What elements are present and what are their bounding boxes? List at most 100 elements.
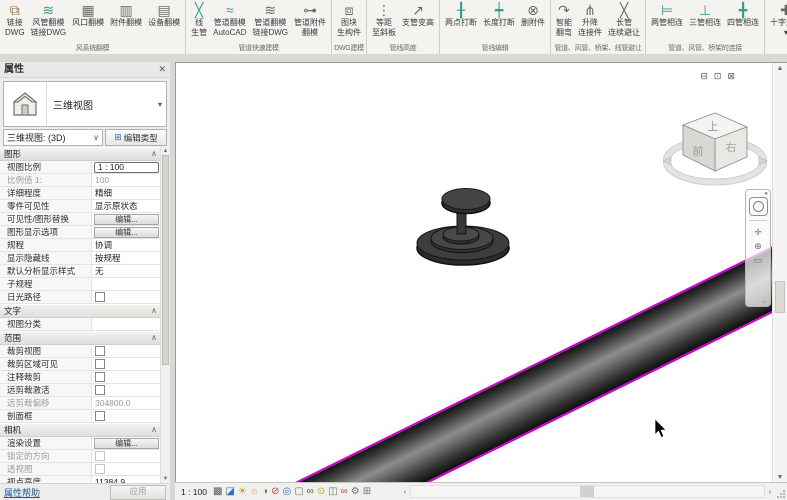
property-value[interactable]: 无 bbox=[92, 265, 161, 277]
scroll-left-icon[interactable]: ‹ bbox=[400, 487, 410, 496]
property-value[interactable]: 编辑... bbox=[92, 213, 161, 225]
scroll-up-icon[interactable]: ▲ bbox=[773, 65, 787, 72]
steering-wheel-icon[interactable] bbox=[748, 197, 768, 216]
type-selector[interactable]: 三维视图 ▾ bbox=[3, 81, 167, 127]
visual-style-icon[interactable]: ☀ bbox=[238, 485, 247, 499]
ribbon-button[interactable]: ╳ 线生管 bbox=[188, 1, 210, 38]
ribbon-button[interactable]: ≋ 风管翻模 链接DWG bbox=[28, 1, 70, 38]
ribbon-button[interactable]: ▤ 设备翻模 bbox=[145, 1, 183, 29]
chevron-down-icon[interactable]: ⌄ bbox=[761, 297, 767, 305]
property-value[interactable] bbox=[92, 450, 161, 462]
displacement-icon[interactable]: ⚙ bbox=[351, 485, 360, 499]
checkbox[interactable] bbox=[95, 411, 105, 421]
detail-level-icon[interactable]: ◪ bbox=[225, 485, 234, 499]
reveal-hidden-icon[interactable]: ⊙ bbox=[317, 485, 325, 499]
collapse-icon[interactable]: ∧ bbox=[151, 424, 157, 436]
pipe-3d-element[interactable] bbox=[272, 200, 787, 483]
ribbon-button[interactable]: ⋔ 升降 连接件 bbox=[575, 1, 605, 38]
checkbox[interactable] bbox=[95, 372, 105, 382]
value-input[interactable]: 1 : 100 bbox=[94, 161, 159, 173]
view-selector-dropdown[interactable]: 三维视图: (3D) ∨ bbox=[3, 129, 103, 146]
ribbon-button[interactable]: ▥ 附件翻模 bbox=[107, 1, 145, 29]
property-value[interactable] bbox=[92, 358, 161, 370]
ribbon-button[interactable]: ╋ 四管相连 bbox=[724, 1, 762, 29]
crop-view-icon[interactable]: ◎ bbox=[282, 485, 291, 499]
edit-type-button[interactable]: ⊞ 编辑类型 bbox=[105, 129, 167, 146]
collapse-icon[interactable]: ∧ bbox=[151, 305, 157, 317]
property-value[interactable]: 编辑... bbox=[92, 437, 161, 449]
analytical-model-icon[interactable]: ∞ bbox=[341, 485, 348, 499]
properties-help-link[interactable]: 属性帮助 bbox=[4, 486, 40, 499]
property-value[interactable] bbox=[92, 278, 161, 290]
horizontal-scrollbar[interactable]: ‹ › bbox=[400, 485, 775, 498]
ribbon-button[interactable]: ↷ 智能 翻弯 bbox=[553, 1, 575, 38]
close-window-icon[interactable]: ⊠ bbox=[727, 71, 735, 82]
property-value[interactable] bbox=[92, 384, 161, 396]
minimize-window-icon[interactable]: ⊟ bbox=[700, 71, 708, 82]
drawing-area[interactable]: ⊟ ⊡ ⊠ 上 前 右 ● ✛ ⊕ ▭ ⌄ ▲ ▼ bbox=[175, 62, 787, 483]
collapse-icon[interactable]: ∧ bbox=[151, 148, 157, 160]
navigation-bar[interactable]: ● ✛ ⊕ ▭ ⌄ bbox=[745, 189, 771, 307]
scroll-right-icon[interactable]: › bbox=[765, 487, 775, 496]
ribbon-button[interactable]: ╂ 两点打断 bbox=[442, 1, 480, 29]
ribbon-button[interactable]: ╳ 长管 连续避让 bbox=[605, 1, 643, 38]
property-section-header[interactable]: 图形 ∧ bbox=[0, 147, 161, 161]
property-value[interactable]: 协调 bbox=[92, 239, 161, 251]
property-value[interactable]: 11384.9 bbox=[92, 476, 161, 484]
ribbon-button[interactable]: ≋ 管道翻模 链接DWG bbox=[249, 1, 291, 38]
rendering-icon[interactable]: ⊘ bbox=[271, 485, 279, 499]
pan-icon[interactable]: ✛ bbox=[754, 225, 762, 239]
checkbox[interactable] bbox=[95, 346, 105, 356]
edit-button[interactable]: 编辑... bbox=[94, 213, 159, 225]
apply-button[interactable]: 应用 bbox=[110, 484, 166, 500]
property-value[interactable]: 按规程 bbox=[92, 252, 161, 264]
ribbon-button[interactable]: ⋮ 等距 至斜板 bbox=[369, 1, 399, 38]
property-value[interactable]: 304800.0 bbox=[92, 397, 161, 409]
temp-hide-isolate-icon[interactable]: ∞ bbox=[307, 485, 314, 499]
chevron-down-icon[interactable]: ▾ bbox=[158, 100, 166, 109]
edit-button[interactable]: 编辑... bbox=[94, 226, 159, 238]
ribbon-button[interactable]: ⧈ 图块 生构件 bbox=[334, 1, 364, 38]
scroll-down-icon[interactable]: ▼ bbox=[161, 476, 170, 482]
property-value[interactable] bbox=[92, 291, 161, 303]
scroll-up-icon[interactable]: ▲ bbox=[161, 148, 170, 154]
ribbon-button[interactable]: ⊶ 管道附件 翻模 bbox=[291, 1, 329, 38]
property-value[interactable] bbox=[92, 318, 161, 330]
view-scale-label[interactable]: 1 : 100 bbox=[181, 487, 207, 497]
property-value[interactable]: 1 : 100 bbox=[92, 161, 161, 173]
crop-region-icon[interactable]: ▢ bbox=[294, 485, 303, 499]
property-value[interactable]: 显示原状态 bbox=[92, 200, 161, 212]
property-value[interactable] bbox=[92, 463, 161, 475]
sprinkler-3d-element[interactable] bbox=[409, 186, 521, 274]
scale-grid-icon[interactable]: ▩ bbox=[213, 485, 222, 499]
constraints-icon[interactable]: ⊞ bbox=[363, 485, 371, 499]
scrollbar-thumb[interactable] bbox=[162, 155, 169, 366]
properties-scrollbar[interactable]: ▲ ▼ bbox=[160, 147, 170, 483]
property-value[interactable] bbox=[92, 371, 161, 383]
ribbon-button[interactable]: ⧉ 链接 DWG bbox=[2, 1, 28, 38]
ribbon-button[interactable]: ▦ 风口翻模 bbox=[69, 1, 107, 29]
scrollbar-thumb[interactable] bbox=[580, 486, 595, 497]
close-icon[interactable]: ✕ bbox=[158, 62, 166, 77]
checkbox[interactable] bbox=[95, 292, 105, 302]
property-value[interactable]: 100 bbox=[92, 174, 161, 186]
ribbon-button[interactable]: ≈ 管道翻模 AutoCAD bbox=[210, 1, 249, 38]
edit-button[interactable]: 编辑... bbox=[94, 437, 159, 449]
navbar-options-icon[interactable]: ● bbox=[764, 191, 768, 197]
ribbon-button[interactable]: ┿ 长度打断 bbox=[480, 1, 518, 29]
checkbox[interactable] bbox=[95, 359, 105, 369]
property-value[interactable]: 编辑... bbox=[92, 226, 161, 238]
ribbon-button[interactable]: ✚十字连接▾ bbox=[767, 1, 787, 38]
vertical-scrollbar[interactable]: ▲ ▼ bbox=[772, 63, 787, 483]
sun-path-icon[interactable]: ☼ bbox=[250, 485, 259, 499]
shadows-icon[interactable]: ◑ bbox=[262, 485, 268, 499]
collapse-icon[interactable]: ∧ bbox=[151, 332, 157, 344]
rewind-icon[interactable]: ▭ bbox=[754, 253, 763, 267]
scrollbar-thumb[interactable] bbox=[775, 281, 785, 314]
property-section-header[interactable]: 相机 ∧ bbox=[0, 423, 161, 437]
property-section-header[interactable]: 文字 ∧ bbox=[0, 304, 161, 318]
checkbox[interactable] bbox=[95, 385, 105, 395]
resize-grip[interactable] bbox=[776, 489, 786, 499]
ribbon-button[interactable]: ↗ 支管变高 bbox=[399, 1, 437, 29]
property-value[interactable]: 精细 bbox=[92, 187, 161, 199]
